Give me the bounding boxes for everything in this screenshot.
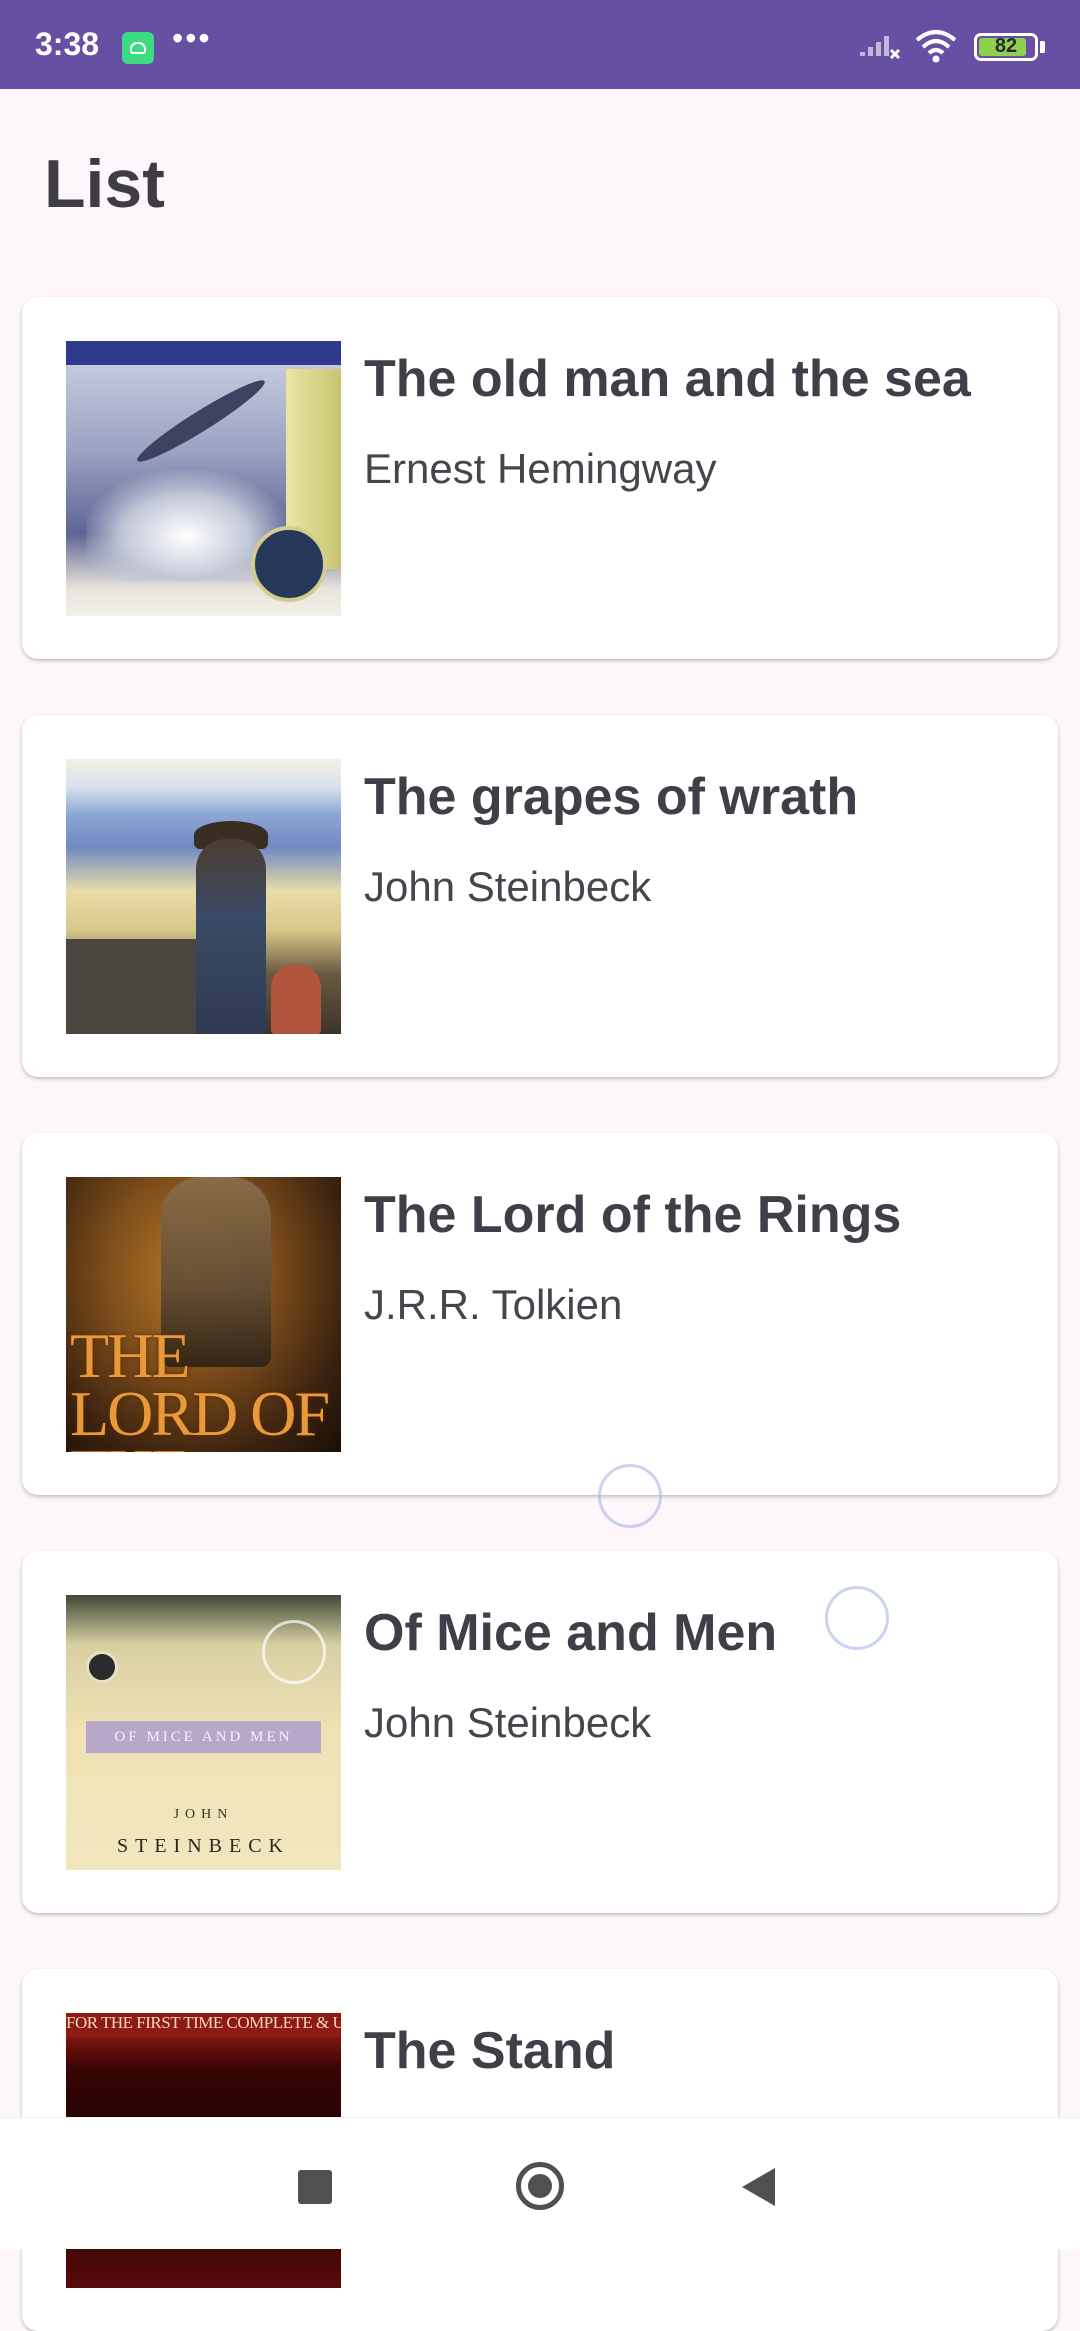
cover-banner-text: OF MICE AND MEN <box>86 1721 321 1753</box>
publisher-emblem-icon <box>86 1651 118 1683</box>
battery-icon: 82 <box>974 33 1038 61</box>
truck-illustration <box>66 939 196 1034</box>
lord-of-the-rings-cover: THE LORD OF THE RINGS <box>66 1177 341 1452</box>
app-notification-icon <box>122 32 154 64</box>
status-time: 3:38 <box>35 26 100 62</box>
book-title: The Stand <box>364 2022 616 2080</box>
cover-author-last: STEINBECK <box>117 1835 290 1857</box>
signal-icon <box>860 36 901 60</box>
more-notifications-indicator: ••• <box>172 20 212 56</box>
battery-level: 82 <box>994 35 1018 57</box>
book-card[interactable]: The old man and the sea Ernest Hemingway <box>22 297 1058 659</box>
book-author: John Steinbeck <box>364 863 652 910</box>
book-title: Of Mice and Men <box>364 1604 778 1662</box>
book-title: The grapes of wrath <box>364 768 859 826</box>
book-title: The Lord of the Rings <box>364 1186 902 1244</box>
touch-ripple <box>825 1586 889 1650</box>
recents-square-icon[interactable] <box>298 2170 332 2204</box>
book-card[interactable]: The grapes of wrath John Steinbeck <box>22 715 1058 1077</box>
grapes-of-wrath-cover <box>66 759 341 1034</box>
navigation-bar <box>0 2117 1080 2249</box>
book-card[interactable]: OF MICE AND MEN JOHN STEINBECK Of Mice a… <box>22 1551 1058 1913</box>
home-circle-icon[interactable] <box>516 2162 564 2210</box>
touch-ripple <box>262 1620 326 1684</box>
touch-ripple <box>598 1464 662 1528</box>
page-title: List <box>44 146 165 222</box>
child-illustration <box>271 964 321 1034</box>
book-author: John Steinbeck <box>364 1699 652 1746</box>
book-author: J.R.R. Tolkien <box>364 1281 623 1328</box>
book-title: The old man and the sea <box>364 350 971 408</box>
farmer-illustration <box>196 839 266 1034</box>
wifi-icon <box>915 30 957 63</box>
back-triangle-icon[interactable] <box>742 2168 775 2206</box>
centennial-seal-icon <box>251 526 327 602</box>
battery-tip <box>1040 41 1045 53</box>
cover-headline-text: FOR THE FIRST TIME COMPLETE & UNCUT <box>66 2013 341 2037</box>
cover-band <box>66 341 341 365</box>
status-bar: 3:38 ••• 82 <box>0 0 1080 89</box>
book-card[interactable]: THE LORD OF THE RINGS The Lord of the Ri… <box>22 1133 1058 1495</box>
cover-logo-text: THE LORD OF THE RINGS <box>70 1320 330 1453</box>
old-man-and-the-sea-cover <box>66 341 341 616</box>
book-author: Ernest Hemingway <box>364 445 717 492</box>
marlin-illustration <box>132 372 270 470</box>
cover-author-first: JOHN <box>173 1807 234 1822</box>
